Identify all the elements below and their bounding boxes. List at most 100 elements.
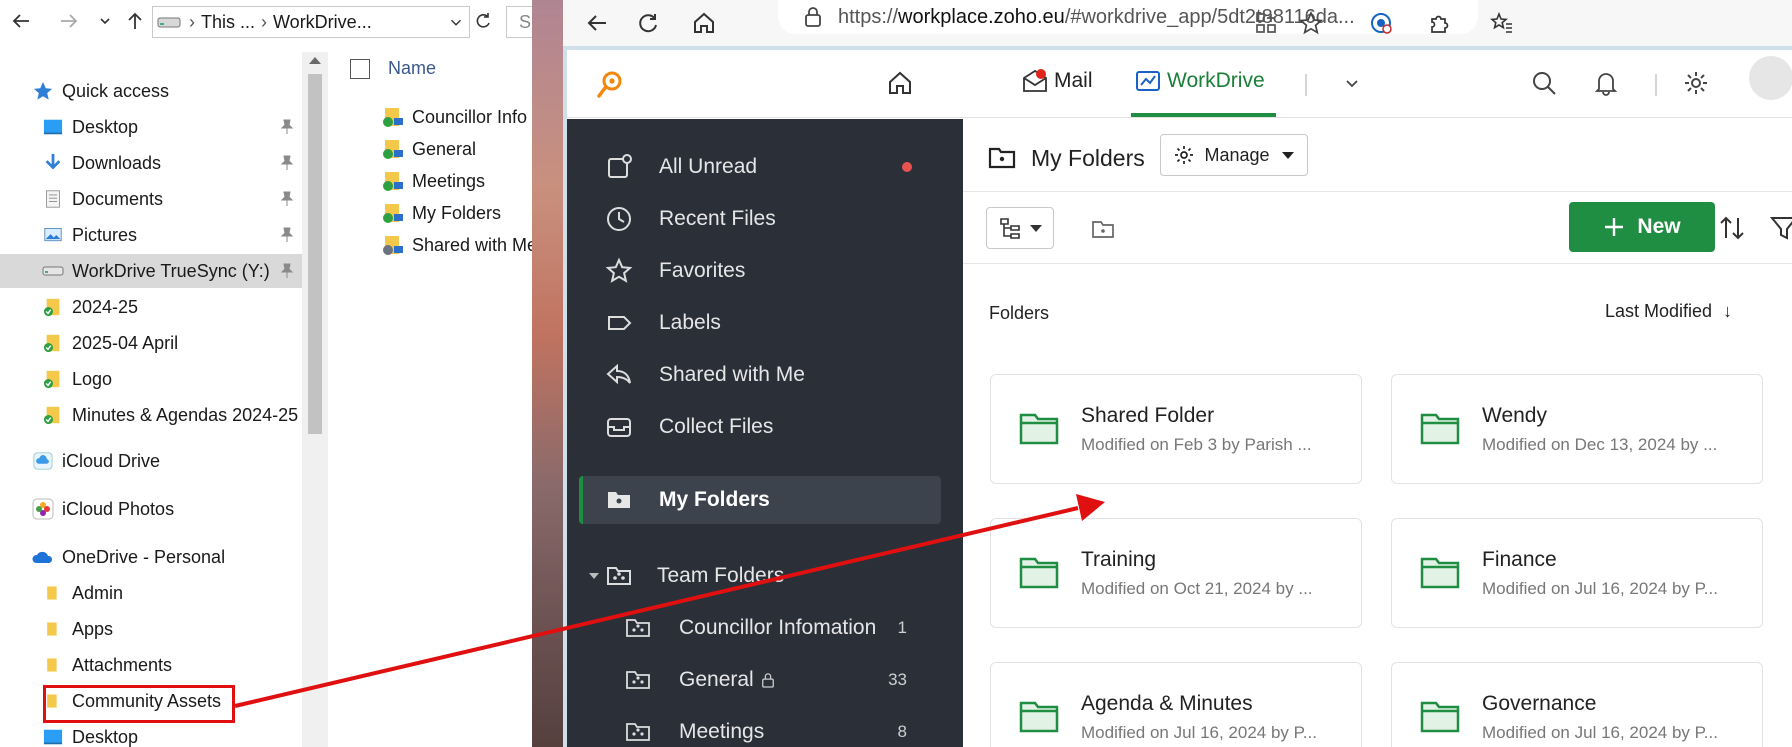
nav-documents[interactable]: Documents	[42, 182, 302, 216]
app-workdrive[interactable]: WorkDrive	[1135, 68, 1265, 94]
sidebar-item-label: Team Folders	[657, 564, 785, 587]
nav-folder-apps[interactable]: Apps	[42, 612, 302, 646]
favorites-list-button[interactable]	[1485, 6, 1519, 40]
new-folder-icon[interactable]	[1090, 216, 1116, 242]
file-name: Councillor Info	[412, 106, 528, 127]
nav-folder-logo[interactable]: Logo	[42, 362, 302, 396]
pin-icon[interactable]	[280, 263, 294, 279]
pin-icon[interactable]	[280, 119, 294, 135]
app-available-button[interactable]	[1249, 6, 1283, 40]
back-button[interactable]	[8, 8, 34, 34]
favorite-button[interactable]	[1294, 6, 1328, 40]
nav-icloud-photos[interactable]: iCloud Photos	[32, 492, 334, 526]
address-dropdown-icon[interactable]	[447, 13, 465, 31]
navigation-pane: Quick access Desktop Downloads Documents…	[0, 52, 302, 747]
star-icon	[605, 257, 633, 283]
label-icon	[608, 316, 632, 330]
nav-icloud-drive[interactable]: iCloud Drive	[32, 444, 334, 478]
sidebar-item-recent-files[interactable]: Recent Files	[567, 195, 963, 243]
up-button[interactable]	[122, 8, 148, 34]
sidebar-item-label: Shared with Me	[659, 363, 805, 386]
sidebar-item-team-folders[interactable]: Team Folders	[567, 552, 963, 600]
address-bar[interactable]: › This ... › WorkDrive...	[152, 6, 470, 38]
manage-button[interactable]: Manage	[1160, 134, 1308, 176]
nav-folder-attachments[interactable]: Attachments	[42, 648, 302, 682]
notifications-button[interactable]	[1591, 68, 1621, 98]
nav-folder-admin[interactable]: Admin	[42, 576, 302, 610]
nav-pictures[interactable]: Pictures	[42, 218, 302, 252]
filter-icon[interactable]	[1769, 213, 1792, 243]
folder-card-title: Finance	[1482, 548, 1557, 571]
nav-onedrive-personal[interactable]: OneDrive - Personal	[32, 540, 334, 574]
header-home-button[interactable]	[885, 68, 915, 98]
pin-icon[interactable]	[280, 155, 294, 171]
file-item[interactable]: Councillor Info	[382, 102, 527, 132]
folder-card[interactable]: Shared Folder Modified on Feb 3 by Paris…	[990, 374, 1362, 484]
navigation-scrollbar[interactable]	[302, 52, 328, 747]
forward-button[interactable]	[56, 8, 82, 34]
select-all-checkbox[interactable]	[350, 58, 370, 79]
header-search-button[interactable]	[1529, 68, 1559, 98]
recent-locations-button[interactable]	[92, 8, 118, 34]
nav-desktop[interactable]: Desktop	[42, 110, 302, 144]
sidebar-item-labels[interactable]: Labels	[567, 299, 963, 347]
settings-button[interactable]	[1681, 68, 1711, 98]
sort-icon[interactable]	[1717, 213, 1747, 243]
folder-card[interactable]: Agenda & Minutes Modified on Jul 16, 202…	[990, 662, 1362, 747]
file-item[interactable]: Shared with Me	[382, 230, 537, 260]
sort-dropdown[interactable]: Last Modified ↓	[1605, 301, 1732, 322]
tree-view-button[interactable]	[986, 207, 1054, 249]
browser-back-button[interactable]	[580, 6, 614, 40]
new-button[interactable]: New	[1569, 202, 1715, 252]
refresh-button[interactable]	[470, 8, 496, 34]
folder-card[interactable]: Governance Modified on Jul 16, 2024 by P…	[1391, 662, 1763, 747]
team-folder-item[interactable]: Councillor Infomation 1	[567, 604, 963, 652]
folder-card[interactable]: Finance Modified on Jul 16, 2024 by P...	[1391, 518, 1763, 628]
nav-quick-access[interactable]: Quick access	[32, 74, 334, 108]
sidebar-item-collect-files[interactable]: Collect Files	[567, 403, 963, 451]
column-header-name[interactable]: Name	[350, 58, 436, 79]
nav-label: OneDrive - Personal	[62, 546, 226, 567]
address-segment-workdrive[interactable]: WorkDrive...	[273, 12, 372, 33]
scroll-up-arrow[interactable]	[309, 57, 321, 64]
star-icon	[1299, 11, 1323, 35]
nav-downloads[interactable]: Downloads	[42, 146, 302, 180]
pictures-icon	[42, 224, 64, 246]
download-icon	[42, 152, 64, 174]
sidebar-item-my-folders[interactable]: My Folders	[579, 476, 941, 524]
app-workdrive-label: WorkDrive	[1167, 69, 1265, 92]
zoho-logo-icon[interactable]	[595, 68, 627, 100]
team-folder-synced-icon	[383, 108, 403, 127]
nav-folder-2025-04-april[interactable]: 2025-04 April	[42, 326, 302, 360]
address-segment-this-pc[interactable]: This ...	[201, 12, 255, 33]
sidebar-item-shared-with-me[interactable]: Shared with Me	[567, 351, 963, 399]
nav-workdrive-truesync[interactable]: WorkDrive TrueSync (Y:)	[0, 254, 302, 288]
extension-password-button[interactable]	[1364, 6, 1398, 40]
folder-card[interactable]: Training Modified on Oct 21, 2024 by ...	[990, 518, 1362, 628]
share-icon	[606, 363, 631, 385]
nav-folder-2024-25[interactable]: 2024-25	[42, 290, 302, 324]
pin-icon[interactable]	[280, 191, 294, 207]
up-arrow-icon	[128, 12, 142, 29]
lock-icon[interactable]	[802, 6, 824, 28]
team-folder-item[interactable]: General 33	[567, 656, 963, 704]
nav-onedrive-desktop[interactable]: Desktop	[42, 720, 302, 747]
scrollbar-thumb[interactable]	[308, 74, 322, 434]
more-apps-button[interactable]	[1337, 68, 1367, 98]
file-item[interactable]: Meetings	[382, 166, 485, 196]
extensions-button[interactable]	[1423, 6, 1457, 40]
team-folder-item[interactable]: Meetings 8	[567, 708, 963, 747]
app-mail[interactable]: Mail	[1022, 68, 1093, 94]
collapse-caret-icon[interactable]	[589, 573, 599, 579]
browser-refresh-button[interactable]	[631, 6, 665, 40]
file-item[interactable]: General	[382, 134, 476, 164]
pin-icon[interactable]	[280, 227, 294, 243]
file-item[interactable]: My Folders	[382, 198, 501, 228]
nav-folder-minutes-agendas[interactable]: Minutes & Agendas 2024-25	[42, 398, 302, 432]
folder-card[interactable]: Wendy Modified on Dec 13, 2024 by ...	[1391, 374, 1763, 484]
section-heading: Folders	[989, 303, 1050, 323]
avatar[interactable]	[1749, 56, 1792, 100]
sidebar-item-all-unread[interactable]: All Unread	[567, 143, 963, 191]
browser-home-button[interactable]	[687, 6, 721, 40]
sidebar-item-favorites[interactable]: Favorites	[567, 247, 963, 295]
